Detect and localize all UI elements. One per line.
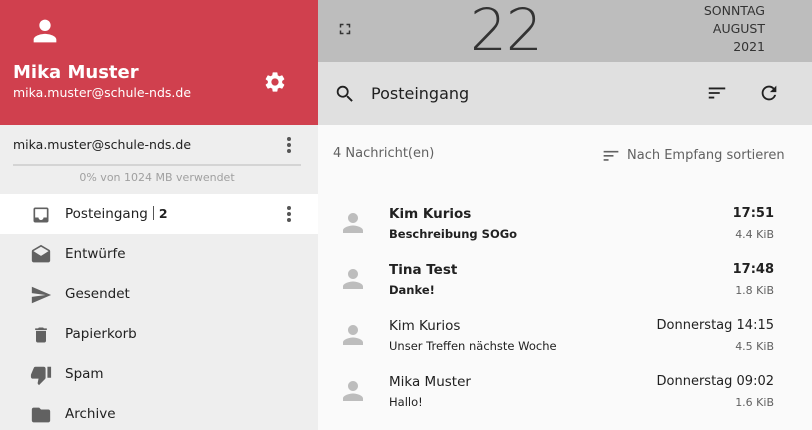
sender-avatar-icon [338, 376, 368, 406]
message-time: 17:48 [732, 262, 774, 277]
folder-inbox[interactable]: Posteingang 2 [0, 194, 318, 234]
quota-bar [13, 164, 301, 166]
message-sender: Mika Muster [389, 374, 471, 390]
message-subject: Hallo! [389, 395, 423, 409]
sort-label: Nach Empfang sortieren [627, 147, 785, 163]
unread-count-badge: 2 [158, 206, 168, 221]
message-sender: Kim Kurios [389, 206, 472, 222]
message-subject: Beschreibung SOGo [389, 227, 518, 241]
gear-icon [263, 70, 287, 94]
message-count: 4 Nachricht(en) [333, 146, 435, 161]
folder-icon [30, 404, 52, 426]
sort-icon [706, 82, 728, 104]
user-email: mika.muster@schule-nds.de [13, 85, 192, 100]
folder-label: Posteingang [65, 206, 148, 222]
message-row[interactable]: Mika Muster Hallo! Donnerstag 09:02 1.6 … [318, 366, 812, 422]
message-size: 1.8 KiB [735, 284, 774, 297]
folder-trash[interactable]: Papierkorb [0, 314, 318, 354]
thumbs-down-icon [30, 364, 52, 386]
sort-order-toggle[interactable]: Nach Empfang sortieren [601, 146, 785, 164]
search-button[interactable] [334, 83, 356, 105]
folder-label: Entwürfe [65, 246, 126, 262]
sender-avatar-icon [338, 208, 368, 238]
message-size: 4.5 KiB [735, 340, 774, 353]
folder-sent[interactable]: Gesendet [0, 274, 318, 314]
refresh-button[interactable] [758, 82, 780, 104]
folder-spam[interactable]: Spam [0, 354, 318, 394]
message-time: Donnerstag 09:02 [656, 374, 774, 389]
folder-more-button[interactable] [279, 203, 299, 225]
settings-button[interactable] [262, 69, 288, 95]
mailbox-title: Posteingang [371, 84, 470, 103]
quota-text: 0% von 1024 MB verwendet [79, 171, 235, 184]
folder-archive[interactable]: Archive [0, 394, 318, 430]
send-icon [30, 284, 52, 306]
account-more-button[interactable] [279, 134, 299, 156]
inbox-icon [30, 204, 52, 226]
more-vertical-icon [286, 136, 292, 154]
more-vertical-icon [286, 205, 292, 223]
message-subject: Unser Treffen nächste Woche [389, 339, 557, 353]
date-day: 22 [470, 0, 543, 64]
sender-avatar-icon [338, 320, 368, 350]
message-size: 1.6 KiB [735, 396, 774, 409]
message-row[interactable]: Kim Kurios Unser Treffen nächste Woche D… [318, 310, 812, 366]
message-row[interactable]: Tina Test Danke! 17:48 1.8 KiB [318, 254, 812, 310]
message-time: Donnerstag 14:15 [656, 318, 774, 333]
search-icon [334, 83, 356, 105]
folder-drafts[interactable]: Entwürfe [0, 234, 318, 274]
sidebar: Mika Muster mika.muster@schule-nds.de mi… [0, 0, 318, 430]
sender-avatar-icon [338, 264, 368, 294]
user-header: Mika Muster mika.muster@schule-nds.de [0, 0, 318, 125]
user-name: Mika Muster [13, 62, 139, 83]
message-sender: Kim Kurios [389, 318, 461, 334]
account-email: mika.muster@schule-nds.de [13, 137, 192, 152]
person-icon [28, 14, 62, 48]
refresh-icon [758, 82, 780, 104]
drafts-icon [30, 244, 52, 266]
folder-label: Archive [65, 406, 116, 422]
message-subject: Danke! [389, 283, 435, 297]
trash-icon [30, 324, 52, 346]
message-size: 4.4 KiB [735, 228, 774, 241]
message-list: 4 Nachricht(en) Nach Empfang sortieren K… [318, 125, 812, 430]
folder-label: Spam [65, 366, 104, 382]
message-time: 17:51 [732, 206, 774, 221]
folder-label: Papierkorb [65, 326, 137, 342]
message-sender: Tina Test [389, 262, 458, 278]
sort-button[interactable] [706, 82, 728, 104]
mailbox-header: Posteingang [318, 62, 812, 125]
account-row[interactable]: mika.muster@schule-nds.de [0, 125, 318, 165]
message-row[interactable]: Kim Kurios Beschreibung SOGo 17:51 4.4 K… [318, 198, 812, 254]
sort-icon [601, 146, 621, 164]
folder-label: Gesendet [65, 286, 130, 302]
date-bar: SONNTAG AUGUST 2021 22 [318, 0, 812, 64]
